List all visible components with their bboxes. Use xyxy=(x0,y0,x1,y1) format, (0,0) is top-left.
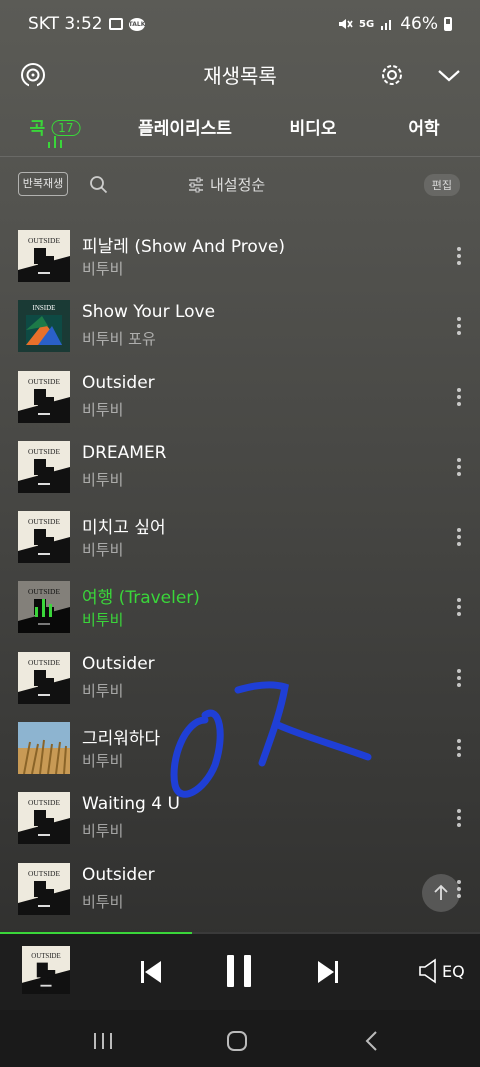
sliders-icon xyxy=(189,177,203,192)
track-artist: 비투비 xyxy=(82,541,124,560)
app-header: 재생목록 xyxy=(0,50,480,100)
speaker-icon xyxy=(419,958,436,984)
previous-track-icon[interactable] xyxy=(138,958,164,986)
arrow-up-icon xyxy=(434,884,448,900)
network-type: 5G xyxy=(359,18,375,30)
status-bar: SKT 3:52 TALK 5G 46% xyxy=(0,0,480,50)
album-art xyxy=(18,722,70,775)
track-artist: 비투비 xyxy=(82,822,124,841)
track-row[interactable]: OUTSIDE Outsider 비투비 xyxy=(0,361,480,431)
svg-text:OUTSIDE: OUTSIDE xyxy=(28,798,60,807)
album-art: OUTSIDE xyxy=(18,651,70,704)
svg-text:INSIDE: INSIDE xyxy=(33,304,56,312)
song-count-badge: 17 xyxy=(51,120,81,136)
page-title: 재생목록 xyxy=(203,64,277,88)
mute-icon xyxy=(339,19,353,29)
track-row[interactable]: OUTSIDE 미치고 싶어비투비 xyxy=(0,501,480,571)
more-options-icon[interactable] xyxy=(456,387,462,408)
track-row[interactable]: OUTSIDE 피날레 (Show And Prove) 비투비 xyxy=(0,220,480,290)
handwritten-scribble xyxy=(170,681,372,798)
album-art: OUTSIDE xyxy=(18,511,70,564)
track-artist: 비투비 xyxy=(82,892,124,911)
tab-songs-label: 곡 xyxy=(29,119,46,139)
list-toolbar: 반복재생 내설정순 편집 xyxy=(0,168,480,204)
more-options-icon[interactable] xyxy=(456,317,462,337)
svg-text:OUTSIDE: OUTSIDE xyxy=(28,377,60,386)
battery-percent: 46% xyxy=(400,14,438,34)
svg-text:OUTSIDE: OUTSIDE xyxy=(28,236,60,245)
track-title: Outsider xyxy=(82,653,155,674)
track-row[interactable]: OUTSIDE 여행 (Traveler) 비투비 xyxy=(0,571,480,641)
more-options-icon[interactable] xyxy=(456,739,462,759)
svg-text:OUTSIDE: OUTSIDE xyxy=(28,658,60,667)
tab-videos[interactable]: 비디오 xyxy=(290,114,337,139)
gallery-icon xyxy=(108,18,123,30)
now-playing-album-art[interactable]: OUTSIDE xyxy=(22,946,70,994)
now-playing-bars-icon xyxy=(47,136,63,148)
track-artist: 비투비 xyxy=(82,470,124,489)
svg-text:OUTSIDE: OUTSIDE xyxy=(28,869,60,878)
album-art: OUTSIDE xyxy=(18,370,70,423)
track-artist: 비투비 xyxy=(82,400,124,419)
pause-icon[interactable] xyxy=(224,952,254,990)
eq-button[interactable]: EQ xyxy=(418,958,465,984)
track-row[interactable]: OUTSIDE Outsider 비투비 xyxy=(0,853,480,923)
more-options-icon[interactable] xyxy=(456,809,462,829)
back-icon[interactable] xyxy=(364,1030,380,1052)
track-title: 그리워하다 xyxy=(82,729,161,750)
now-playing-bars-icon xyxy=(18,581,70,634)
track-title: Show Your Love xyxy=(82,302,216,323)
svg-text:OUTSIDE: OUTSIDE xyxy=(28,447,60,456)
tab-bar: 곡 17 플레이리스트 비디오 어학 xyxy=(0,108,480,157)
more-options-icon[interactable] xyxy=(456,668,462,689)
kakaotalk-icon: TALK xyxy=(128,17,145,31)
mini-player: OUTSIDE EQ xyxy=(0,932,480,1010)
tab-playlists[interactable]: 플레이리스트 xyxy=(138,114,232,139)
eq-label: EQ xyxy=(442,961,465,981)
svg-text:OUTSIDE: OUTSIDE xyxy=(31,953,61,960)
signal-icon xyxy=(381,20,392,30)
track-list: OUTSIDE 피날레 (Show And Prove) 비투비 INSIDE Show… xyxy=(0,220,480,923)
track-artist: 비투비 포유 xyxy=(82,330,156,349)
more-options-icon[interactable] xyxy=(456,457,462,478)
track-artist: 비투비 xyxy=(82,260,124,278)
track-title: 피날레 (Show And Prove) xyxy=(82,237,285,257)
tab-language[interactable]: 어학 xyxy=(408,114,439,139)
track-row[interactable]: INSIDE Show Your Love 비투비 포유 xyxy=(0,290,480,360)
playback-progress[interactable] xyxy=(0,932,480,934)
track-title: Outsider xyxy=(82,372,155,393)
sort-selector[interactable]: 내설정순 xyxy=(188,174,265,195)
recent-apps-icon[interactable] xyxy=(92,1032,114,1050)
edit-button[interactable]: 편집 xyxy=(423,174,460,196)
sort-label: 내설정순 xyxy=(210,176,266,194)
track-title: DREAMER xyxy=(82,442,167,463)
track-row[interactable]: OUTSIDE DREAMER 비투비 xyxy=(0,431,480,501)
track-artist: 비투비 xyxy=(82,611,124,630)
track-title: 미치고 싶어 xyxy=(82,518,166,539)
chevron-down-icon[interactable] xyxy=(434,60,464,90)
repeat-button[interactable]: 반복재생 xyxy=(18,172,68,196)
scroll-to-top-button[interactable] xyxy=(422,874,460,912)
svg-text:OUTSIDE: OUTSIDE xyxy=(28,517,60,526)
album-art: INSIDE xyxy=(18,300,70,353)
more-options-icon[interactable] xyxy=(456,247,462,267)
system-nav-bar xyxy=(0,1010,480,1067)
next-track-icon[interactable] xyxy=(315,958,341,986)
track-title: 여행 (Traveler) xyxy=(82,588,200,609)
track-artist: 비투비 xyxy=(82,752,124,771)
settings-icon[interactable] xyxy=(377,60,407,90)
album-art: OUTSIDE xyxy=(18,581,70,634)
album-art: OUTSIDE xyxy=(18,792,70,845)
more-options-icon[interactable] xyxy=(456,598,462,618)
track-artist: 비투비 xyxy=(82,681,124,700)
search-icon[interactable] xyxy=(89,175,109,195)
album-art: OUTSIDE xyxy=(18,440,70,493)
more-options-icon[interactable] xyxy=(456,528,462,548)
album-art: OUTSIDE xyxy=(18,230,70,282)
carrier-time: SKT 3:52 xyxy=(28,14,103,34)
track-title: Outsider xyxy=(82,864,155,885)
album-art: OUTSIDE xyxy=(18,862,70,915)
home-icon[interactable] xyxy=(226,1030,248,1052)
battery-icon xyxy=(444,17,452,31)
